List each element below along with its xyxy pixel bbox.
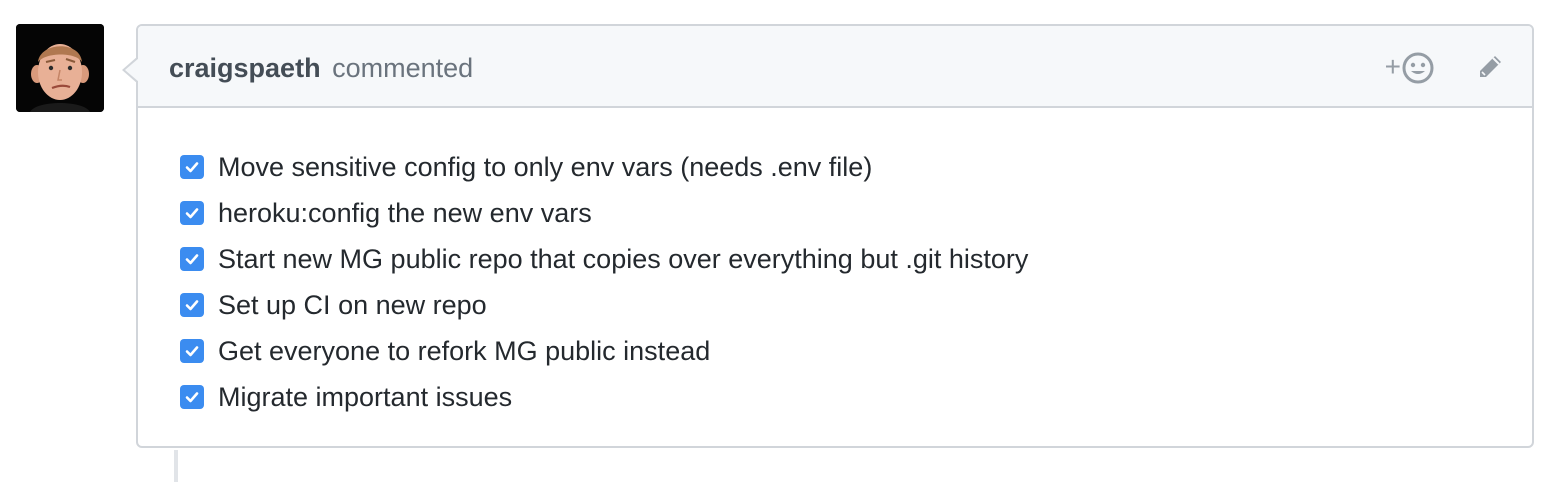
task-list-item: Migrate important issues [180, 374, 1028, 420]
task-checkbox[interactable] [180, 339, 204, 363]
task-label: Start new MG public repo that copies ove… [218, 243, 1029, 274]
task-label: Set up CI on new repo [218, 289, 487, 320]
task-label: heroku:config the new env vars [218, 197, 592, 228]
plus-icon: + [1384, 50, 1401, 82]
comment-action: commented [332, 53, 474, 83]
avatar[interactable] [16, 24, 104, 112]
check-icon [185, 346, 199, 357]
task-list-item: Set up CI on new repo [180, 282, 1028, 328]
task-list: Move sensitive config to only env vars (… [180, 144, 1028, 420]
timeline-connector [174, 450, 178, 482]
task-label: Migrate important issues [218, 381, 513, 412]
check-icon [185, 300, 199, 311]
comment-box: craigspaeth commented + Move sensitive c… [122, 24, 1534, 448]
task-label: Move sensitive config to only env vars (… [218, 151, 873, 182]
task-list-item: Move sensitive config to only env vars (… [180, 144, 1028, 190]
task-list-item: Start new MG public repo that copies ove… [180, 236, 1028, 282]
comment-header-text: craigspaeth commented [169, 52, 473, 84]
check-icon [185, 208, 199, 219]
task-list-item: heroku:config the new env vars [180, 190, 1028, 236]
comment-actions: + [1385, 50, 1504, 86]
task-checkbox[interactable] [180, 385, 204, 409]
task-checkbox[interactable] [180, 247, 204, 271]
task-checkbox[interactable] [180, 155, 204, 179]
timeline-comment: craigspaeth commented + Move sensitive c… [0, 0, 1552, 482]
comment-header: craigspaeth commented + [138, 26, 1532, 108]
comment-pointer-fill [125, 58, 139, 82]
task-label: Get everyone to refork MG public instead [218, 335, 711, 366]
smiley-icon [1402, 52, 1434, 84]
avatar-image [16, 24, 104, 112]
pencil-icon [1480, 56, 1501, 77]
task-checkbox[interactable] [180, 293, 204, 317]
author-link[interactable]: craigspaeth [169, 53, 321, 83]
check-icon [185, 254, 199, 265]
task-list-item: Get everyone to refork MG public instead [180, 328, 1028, 374]
check-icon [185, 392, 199, 403]
check-icon [185, 162, 199, 173]
edit-comment-button[interactable] [1476, 53, 1504, 83]
task-checkbox[interactable] [180, 201, 204, 225]
add-reaction-button[interactable]: + [1385, 52, 1434, 84]
